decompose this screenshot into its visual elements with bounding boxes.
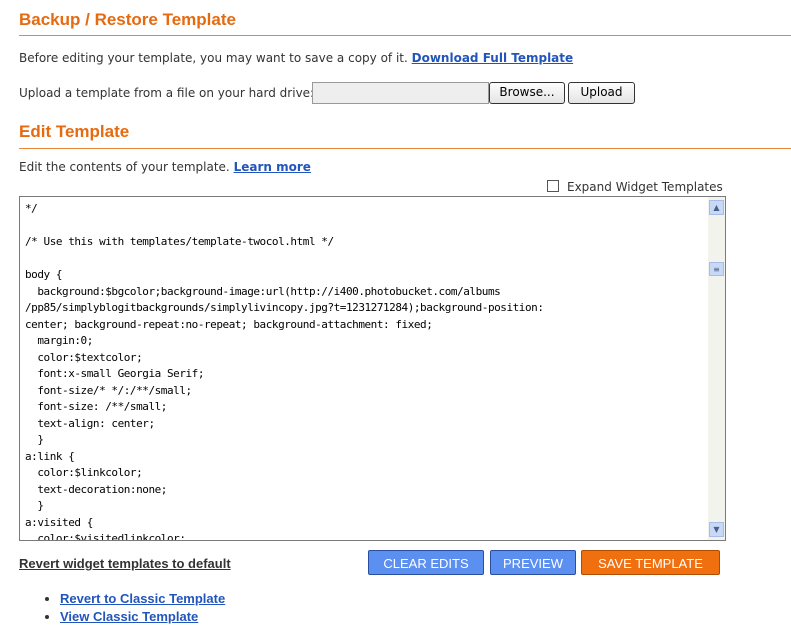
divider: [19, 35, 791, 36]
backup-intro-text: Before editing your template, you may wa…: [19, 51, 408, 65]
expand-widget-checkbox[interactable]: [547, 180, 559, 192]
edit-intro: Edit the contents of your template. Lear…: [19, 160, 311, 174]
classic-template-links: Revert to Classic Template View Classic …: [28, 590, 225, 626]
file-path-input[interactable]: [312, 82, 489, 104]
learn-more-link[interactable]: Learn more: [234, 160, 311, 174]
download-template-link[interactable]: Download Full Template: [412, 51, 574, 65]
preview-button[interactable]: PREVIEW: [490, 550, 576, 575]
save-template-button[interactable]: SAVE TEMPLATE: [581, 550, 720, 575]
scroll-down-icon[interactable]: ▼: [709, 522, 724, 537]
view-classic-link[interactable]: View Classic Template: [60, 609, 198, 624]
clear-edits-button[interactable]: CLEAR EDITS: [368, 550, 484, 575]
scrollbar[interactable]: ▲ ≡ ▼: [708, 197, 725, 540]
backup-intro: Before editing your template, you may wa…: [19, 51, 573, 65]
browse-button[interactable]: Browse...: [489, 82, 565, 104]
template-code-editor[interactable]: */ /* Use this with templates/template-t…: [19, 196, 726, 541]
revert-classic-link[interactable]: Revert to Classic Template: [60, 591, 225, 606]
expand-widget-label[interactable]: Expand Widget Templates: [567, 180, 723, 194]
upload-button[interactable]: Upload: [568, 82, 635, 104]
template-code[interactable]: */ /* Use this with templates/template-t…: [20, 197, 725, 540]
scroll-up-icon[interactable]: ▲: [709, 200, 724, 215]
divider: [19, 148, 791, 149]
revert-widget-templates-link[interactable]: Revert widget templates to default: [19, 556, 231, 571]
list-item: Revert to Classic Template: [60, 590, 225, 608]
list-item: View Classic Template: [60, 608, 225, 626]
edit-section-title: Edit Template: [19, 122, 130, 141]
backup-section-title: Backup / Restore Template: [19, 10, 236, 29]
scroll-thumb[interactable]: ≡: [709, 262, 724, 276]
edit-intro-text: Edit the contents of your template.: [19, 160, 230, 174]
upload-label: Upload a template from a file on your ha…: [19, 86, 315, 100]
